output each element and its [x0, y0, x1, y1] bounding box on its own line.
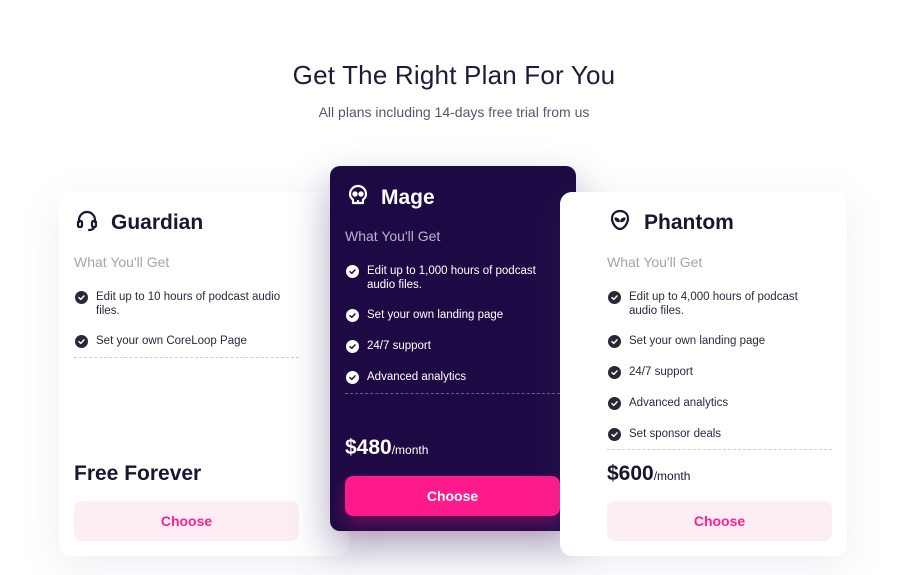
check-icon [608, 397, 621, 410]
check-icon [608, 428, 621, 441]
feature-text: Advanced analytics [629, 397, 729, 409]
plan-header: Mage [346, 183, 435, 213]
price-period: /month [391, 443, 429, 457]
plan-card-guardian: Guardian What You'll Get Edit up to 10 h… [59, 192, 349, 556]
plan-name: Guardian [111, 211, 204, 234]
plan-card-mage: Mage What You'll Get Edit up to 1,000 ho… [330, 166, 576, 531]
feature-text: Set your own landing page [367, 309, 504, 321]
choose-button-mage[interactable]: Choose [345, 476, 560, 516]
feature-text: Edit up to 10 hours of podcast audio fil… [96, 291, 281, 317]
price-label: Free Forever [74, 462, 202, 485]
plan-card-phantom: Phantom What You'll Get Edit up to 4,000… [560, 192, 847, 556]
plan-name: Phantom [644, 211, 734, 234]
feature-list: Edit up to 10 hours of podcast audio fil… [75, 290, 300, 348]
check-icon [346, 371, 359, 384]
skull-icon [346, 183, 370, 213]
feature-text: Edit up to 4,000 hours of podcast audio … [629, 291, 798, 317]
check-icon [608, 335, 621, 348]
list-item: Set your own CoreLoop Page [75, 334, 300, 348]
price-amount: $480 [345, 436, 392, 459]
list-item: Edit up to 10 hours of podcast audio fil… [75, 290, 300, 318]
list-item: Set your own landing page [608, 334, 828, 348]
price: $600/month [607, 462, 690, 486]
price-amount: $600 [607, 462, 654, 485]
plan-header: Phantom [608, 208, 734, 238]
feature-text: Edit up to 1,000 hours of podcast audio … [367, 265, 536, 291]
feature-list: Edit up to 4,000 hours of podcast audio … [608, 290, 828, 441]
check-icon [608, 291, 621, 304]
feature-text: Set your own CoreLoop Page [96, 335, 247, 347]
section-label: What You'll Get [345, 228, 441, 244]
feature-list: Edit up to 1,000 hours of podcast audio … [346, 264, 546, 384]
check-icon [608, 366, 621, 379]
divider [74, 357, 299, 358]
page-subtitle: All plans including 14-days free trial f… [318, 104, 590, 120]
list-item: 24/7 support [608, 365, 828, 379]
check-icon [346, 340, 359, 353]
divider [607, 449, 832, 450]
divider [345, 393, 560, 394]
section-label: What You'll Get [74, 254, 170, 270]
list-item: Set sponsor deals [608, 427, 828, 441]
check-icon [75, 335, 88, 348]
check-icon [75, 291, 88, 304]
check-icon [346, 309, 359, 322]
feature-text: Set sponsor deals [629, 428, 722, 440]
feature-text: 24/7 support [367, 340, 431, 352]
list-item: Edit up to 1,000 hours of podcast audio … [346, 264, 546, 292]
headset-icon [75, 208, 99, 238]
feature-text: 24/7 support [629, 366, 693, 378]
page-title: Get The Right Plan For You [292, 60, 616, 90]
check-icon [346, 265, 359, 278]
price: $480/month [345, 436, 428, 460]
feature-text: Set your own landing page [629, 335, 766, 347]
price-period: /month [653, 469, 691, 483]
list-item: Set your own landing page [346, 308, 546, 322]
feature-text: Advanced analytics [367, 371, 467, 383]
alien-icon [608, 208, 632, 238]
list-item: Advanced analytics [608, 396, 828, 410]
plan-header: Guardian [75, 208, 203, 238]
choose-button-guardian[interactable]: Choose [74, 501, 299, 541]
list-item: 24/7 support [346, 339, 546, 353]
list-item: Edit up to 4,000 hours of podcast audio … [608, 290, 828, 318]
choose-button-phantom[interactable]: Choose [607, 501, 832, 541]
plan-name: Mage [381, 186, 435, 209]
list-item: Advanced analytics [346, 370, 546, 384]
section-label: What You'll Get [607, 254, 703, 270]
